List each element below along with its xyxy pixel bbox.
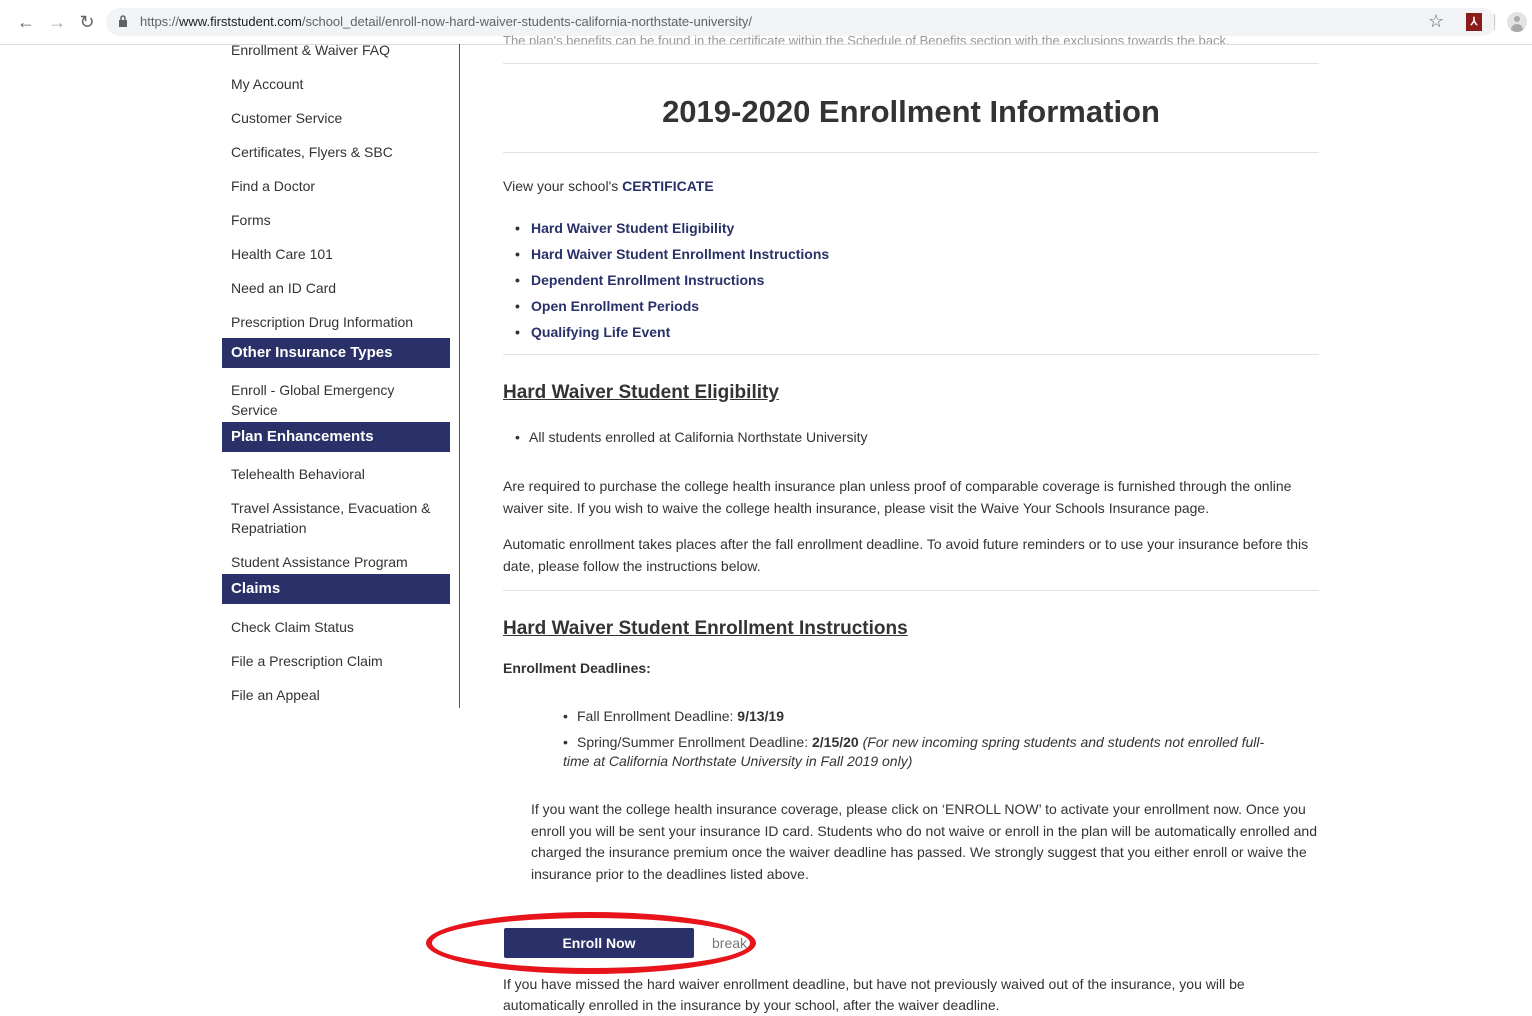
pdf-extension-icon[interactable]: ⅄: [1466, 13, 1482, 31]
url-path: /school_detail/enroll-now-hard-waiver-st…: [301, 14, 753, 29]
sidebar-link[interactable]: Travel Assistance, Evacuation & Repatria…: [222, 498, 450, 538]
reload-icon[interactable]: ↻: [77, 12, 97, 32]
red-annotation-ellipse: [426, 912, 756, 974]
sidebar-link[interactable]: Customer Service: [222, 108, 450, 128]
divider: [503, 63, 1319, 64]
profile-avatar-icon[interactable]: [1507, 12, 1527, 32]
quick-link[interactable]: • Hard Waiver Student Eligibility: [515, 218, 829, 244]
quick-link[interactable]: • Hard Waiver Student Enrollment Instruct…: [515, 244, 829, 270]
enroll-paragraph: If you want the college health insurance…: [531, 801, 1317, 882]
quick-links: • Hard Waiver Student Eligibility • Hard W…: [515, 218, 829, 348]
sidebar-link[interactable]: Enrollment & Waiver FAQ: [222, 40, 450, 60]
back-arrow-icon[interactable]: ←: [16, 12, 36, 32]
sidebar-divider: [459, 44, 460, 708]
cut-off-text: The plan's benefits can be found in the …: [503, 33, 1230, 44]
sidebar-link[interactable]: Find a Doctor: [222, 176, 450, 196]
eligibility-heading: Hard Waiver Student Eligibility: [503, 382, 779, 403]
sidebar-link[interactable]: Certificates, Flyers & SBC: [222, 142, 450, 162]
divider: [503, 354, 1319, 355]
sidebar-link[interactable]: Forms: [222, 210, 450, 230]
auto-enroll-paragraph: Automatic enrollment takes places after …: [503, 536, 1309, 574]
toolbar-divider: [1494, 14, 1495, 30]
instructions-heading: Hard Waiver Student Enrollment Instructi…: [503, 618, 908, 639]
certificate-intro: View your school's CERTIFICATE: [503, 178, 714, 194]
spring-deadline: • Spring/Summer Enrollment Deadline: 2/15…: [563, 734, 1265, 769]
sidebar-link[interactable]: Health Care 101: [222, 244, 450, 264]
sidebar-link[interactable]: Prescription Drug Information: [222, 312, 450, 332]
quick-link[interactable]: • Open Enrollment Periods: [515, 296, 829, 322]
certificate-link[interactable]: CERTIFICATE: [622, 178, 714, 194]
bookmark-star-icon[interactable]: ☆: [1428, 11, 1444, 32]
sidebar-link[interactable]: Telehealth Behavioral: [222, 464, 450, 484]
sidebar-link[interactable]: Student Assistance Program: [222, 552, 450, 572]
page-title: 2019-2020 Enrollment Information: [662, 94, 1160, 129]
sidebar-link[interactable]: Need an ID Card: [222, 278, 450, 298]
quick-link[interactable]: • Qualifying Life Event: [515, 322, 829, 348]
eligibility-paragraph: Are required to purchase the college hea…: [503, 478, 1292, 516]
forward-arrow-icon[interactable]: →: [47, 12, 67, 32]
sidebar-link[interactable]: Enroll - Global Emergency Service: [222, 380, 450, 420]
fall-deadline: • Fall Enrollment Deadline: 9/13/19: [563, 708, 785, 724]
url-host: www.firststudent.com: [179, 14, 302, 29]
sidebar-section-header: Plan Enhancements: [222, 422, 450, 452]
intro-text: View your school's: [503, 178, 623, 194]
divider: [503, 152, 1319, 153]
quick-link[interactable]: • Dependent Enrollment Instructions: [515, 270, 829, 296]
sidebar-link[interactable]: Check Claim Status: [222, 617, 450, 637]
url-text: https://www.firststudent.com/school_deta…: [140, 14, 752, 29]
sidebar-link[interactable]: File an Appeal: [222, 685, 450, 705]
lock-icon: [119, 15, 127, 27]
sidebar-link[interactable]: File a Prescription Claim: [222, 651, 450, 671]
sidebar-link[interactable]: My Account: [222, 74, 450, 94]
sidebar-section-header: Other Insurance Types: [222, 338, 450, 368]
missed-deadline-paragraph: If you have missed the hard waiver enrol…: [503, 976, 1245, 1013]
url-scheme: https://: [140, 14, 180, 29]
deadlines-label: Enrollment Deadlines:: [503, 660, 651, 676]
eligibility-bullet: • All students enrolled at California Nor…: [515, 429, 868, 445]
sidebar-section-header: Claims: [222, 574, 450, 604]
divider: [503, 590, 1319, 591]
